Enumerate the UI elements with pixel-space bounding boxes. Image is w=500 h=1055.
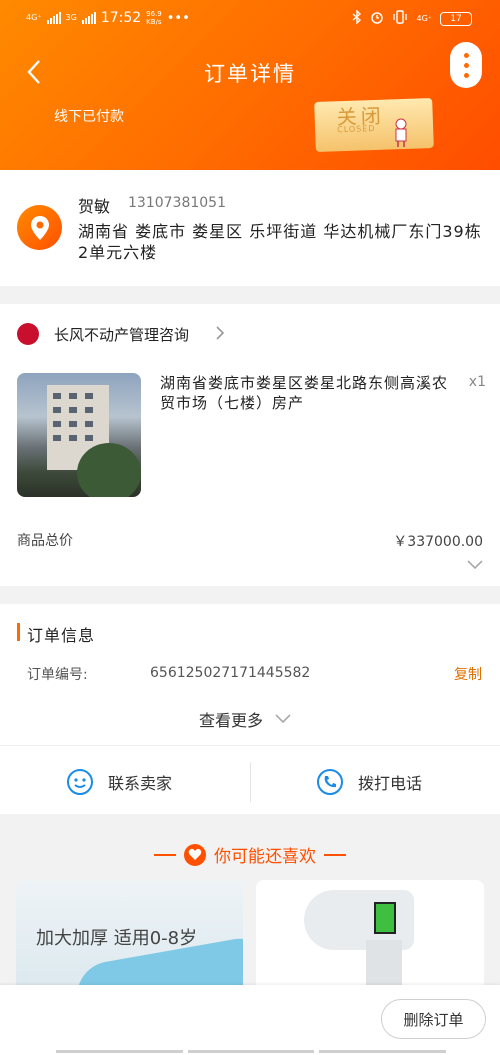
speed-value: 96.9 [146, 10, 162, 18]
header-banner: 4G⁺ 3G 17:52 96.9 KB/s ••• 4G⁺ 17 订单详情 线… [0, 0, 500, 170]
recommend-card-1-text: 加大加厚 适用0-8岁 [36, 928, 198, 949]
recommend-card-1[interactable]: 加大加厚 适用0-8岁 [16, 880, 243, 990]
shop-name-link[interactable]: 长风不动产管理咨询 [54, 324, 189, 345]
contact-seller-label: 联系卖家 [108, 774, 173, 793]
recommend-card-2[interactable] [256, 880, 484, 990]
vibrate-icon [392, 10, 408, 28]
order-number-label: 订单编号: [27, 667, 88, 683]
delete-order-button[interactable]: 删除订单 [381, 999, 486, 1039]
bluetooth-icon [352, 9, 362, 28]
figure-illustration-icon [395, 118, 407, 147]
page-title: 订单详情 [204, 62, 296, 86]
signal-icon-2 [81, 12, 96, 24]
total-price-label: 商品总价 [17, 533, 73, 549]
product-quantity: x1 [468, 374, 486, 390]
section-accent-bar [17, 623, 20, 641]
divider-vertical [250, 762, 251, 802]
phone-icon [317, 769, 343, 795]
copy-order-number-button[interactable]: 复制 [454, 664, 482, 684]
battery-level: 17 [450, 14, 462, 24]
clock: 17:52 [100, 10, 142, 26]
status-bar: 4G⁺ 3G 17:52 96.9 KB/s ••• 4G⁺ 17 [0, 9, 500, 30]
recommend-header: 你可能还喜欢 [0, 842, 500, 867]
more-menu-button[interactable] [450, 42, 482, 88]
chevron-down-icon [275, 714, 291, 724]
chevron-right-icon[interactable] [215, 325, 225, 345]
contact-seller-button[interactable]: 联系卖家 [66, 760, 172, 804]
status-closed-en: CLOSED [336, 123, 376, 135]
order-number-value: 656125027171445582 [150, 665, 311, 681]
order-status-badge: 关闭 CLOSED [314, 97, 434, 153]
location-pin-icon [17, 205, 62, 250]
decor-dash [154, 853, 176, 856]
shop-logo [17, 323, 39, 345]
recommend-title: 你可能还喜欢 [214, 847, 316, 867]
payment-type: 线下已付款 [54, 109, 124, 125]
recipient-name: 贺敏 [78, 197, 111, 216]
chat-face-icon [67, 769, 93, 795]
total-price-value: ￥337000.00 [393, 534, 483, 550]
network-1: 4G⁺ [26, 13, 42, 22]
call-phone-label: 拨打电话 [358, 774, 423, 793]
recipient-phone: 13107381051 [128, 195, 226, 211]
see-more-button[interactable]: 查看更多 [199, 707, 291, 731]
more-notifications: ••• [166, 10, 190, 26]
nav-indicator [56, 1050, 447, 1055]
see-more-label: 查看更多 [199, 711, 264, 730]
call-phone-button[interactable]: 拨打电话 [316, 760, 422, 804]
recipient-address: 湖南省 娄底市 娄星区 乐坪街道 华达机械厂东门39栋2单元六楼 [78, 222, 482, 262]
heart-icon [184, 843, 206, 866]
decor-dash-2 [324, 853, 346, 856]
alarm-icon [370, 10, 384, 28]
order-info-title: 订单信息 [27, 626, 96, 645]
battery-icon: 17 [440, 12, 472, 26]
network-3: 4G⁺ [416, 14, 432, 23]
speed-unit: KB/s [146, 18, 162, 26]
network-2: 3G [65, 13, 77, 22]
expand-price-chevron-icon[interactable] [467, 555, 483, 570]
product-title[interactable]: 湖南省娄底市娄星区娄星北路东侧高溪农贸市场（七楼）房产 [160, 373, 460, 413]
thermometer-image [304, 890, 414, 990]
divider [0, 745, 500, 746]
product-thumbnail[interactable] [17, 373, 141, 497]
signal-icon [46, 12, 61, 24]
